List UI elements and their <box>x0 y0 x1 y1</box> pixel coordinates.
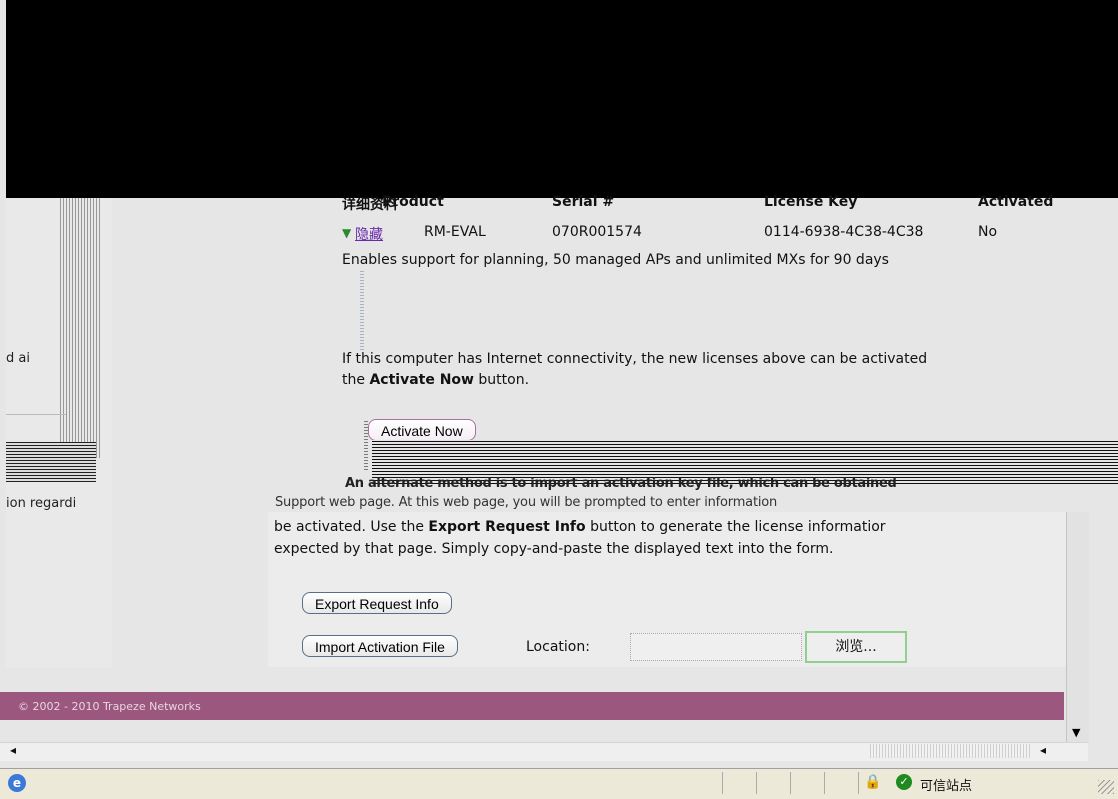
ie-page-icon: e <box>8 774 26 792</box>
license-table-header: 详细资料 Product Serial # License Key Activa… <box>342 194 1118 212</box>
lock-icon[interactable]: 🔒 <box>864 774 881 790</box>
check-icon: ✓ <box>896 774 912 790</box>
security-zone-label: 可信站点 <box>920 779 973 794</box>
header-serial: Serial # <box>552 194 615 210</box>
render-artifact <box>360 270 364 350</box>
left-divider <box>6 414 66 415</box>
left-panel-artifact <box>60 198 100 458</box>
scroll-right-arrow-icon[interactable]: ◂ <box>1040 743 1046 757</box>
status-separator <box>790 772 791 794</box>
export-request-info-button[interactable]: Export Request Info <box>302 592 452 614</box>
row-license-key: 0114-6938-4C38-4C38 <box>764 224 924 240</box>
location-label: Location: <box>526 639 590 655</box>
row-product: RM-EVAL <box>424 224 486 240</box>
activate-line-1: If this computer has Internet connectivi… <box>342 351 928 367</box>
left-text-fragment-2: ion regardi <box>6 496 77 511</box>
license-description: Enables support for planning, 50 managed… <box>342 252 889 268</box>
activate-now-button[interactable]: Activate Now <box>368 419 476 441</box>
left-text-fragment-1: d ai <box>6 351 30 366</box>
scroll-left-arrow-icon[interactable]: ◂ <box>10 743 16 757</box>
activate-line-2: the Activate Now button. <box>342 372 530 388</box>
activate-instructions: If this computer has Internet connectivi… <box>342 349 1118 391</box>
header-activated: Activated <box>978 194 1054 210</box>
footer-copyright: © 2002 - 2010 Trapeze Networks <box>18 700 201 713</box>
license-row: ▼ 隐藏 RM-EVAL 070R001574 0114-6938-4C38-4… <box>342 224 1082 244</box>
overlap-text-line-1: An alternate method is to import an acti… <box>345 476 897 490</box>
resize-grip-icon[interactable] <box>1098 780 1114 794</box>
browse-button[interactable]: 浏览... <box>805 631 907 663</box>
triangle-down-icon: ▼ <box>342 226 352 240</box>
status-separator <box>824 772 825 794</box>
header-license-key: License Key <box>764 194 858 210</box>
row-serial: 070R001574 <box>552 224 642 240</box>
header-product: Product <box>382 194 444 210</box>
overlap-text-line-2: Support web page. At this web page, you … <box>275 495 778 510</box>
status-separator <box>756 772 757 794</box>
redacted-region <box>6 0 1118 198</box>
export-line-2: expected by that page. Simply copy-and-p… <box>274 541 834 557</box>
status-separator <box>858 772 859 794</box>
status-separator <box>722 772 723 794</box>
export-line-1: be activated. Use the Export Request Inf… <box>274 519 886 535</box>
hide-details-link[interactable]: 隐藏 <box>355 224 383 244</box>
left-panel-artifact-block <box>6 442 96 482</box>
import-activation-file-button[interactable]: Import Activation File <box>302 635 458 657</box>
vertical-scrollbar[interactable] <box>1066 512 1089 742</box>
render-artifact-2 <box>364 420 368 470</box>
export-instructions: be activated. Use the Export Request Inf… <box>274 516 1084 560</box>
horizontal-scroll-thumb[interactable] <box>870 744 1030 758</box>
location-file-input[interactable] <box>630 633 802 661</box>
scroll-down-arrow-icon[interactable]: ▼ <box>1072 726 1080 739</box>
row-activated: No <box>978 224 998 240</box>
